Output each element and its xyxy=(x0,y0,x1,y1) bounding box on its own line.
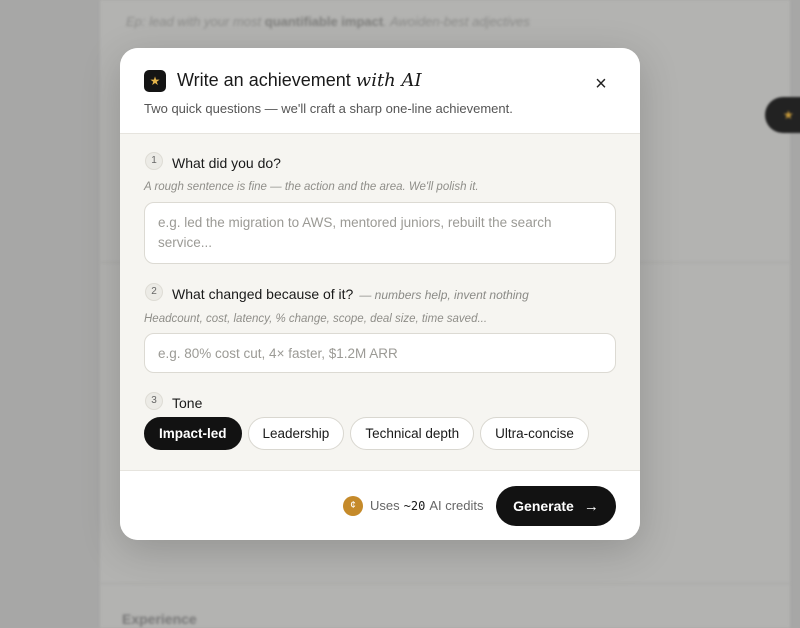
modal-subtitle: Two quick questions — we'll craft a shar… xyxy=(144,101,513,116)
step-number-badge: 3 xyxy=(145,392,163,410)
question-label: What changed because of it? — numbers hel… xyxy=(172,286,529,302)
generate-button[interactable]: Generate → xyxy=(496,486,616,526)
question-label: Tone xyxy=(172,395,203,411)
step-number-badge: 1 xyxy=(145,152,163,170)
tone-options: Impact-led Leadership Technical depth Ul… xyxy=(144,417,589,450)
modal-title: Write an achievement with AI xyxy=(177,70,422,91)
tone-chip-impact-led[interactable]: Impact-led xyxy=(144,417,242,450)
credit-amount: ~20 xyxy=(403,499,426,513)
generate-label: Generate xyxy=(513,498,574,514)
modal-header: ★ Write an achievement with AI Two quick… xyxy=(120,48,640,134)
question-note: — numbers help, invent nothing xyxy=(359,288,529,302)
arrow-right-icon: → xyxy=(583,497,599,515)
close-icon[interactable]: × xyxy=(590,73,612,95)
credit-coin-icon: ¢ xyxy=(343,496,363,516)
star-logo-icon: ★ xyxy=(144,70,166,92)
what-changed-input[interactable] xyxy=(144,333,616,373)
background-hint-text: Ep: lead with your most quantifiable imp… xyxy=(126,14,530,29)
background-ai-button: ★ xyxy=(765,97,800,133)
credit-cost-text: Uses ~20 AI credits xyxy=(370,498,484,513)
modal-title-italic: with AI xyxy=(355,70,422,91)
ai-achievement-modal: ★ Write an achievement with AI Two quick… xyxy=(120,48,640,540)
modal-title-main: Write an achievement xyxy=(177,70,351,90)
tone-chip-technical-depth[interactable]: Technical depth xyxy=(350,417,475,450)
tone-chip-ultra-concise[interactable]: Ultra-concise xyxy=(480,417,589,450)
step-number-badge: 2 xyxy=(145,283,163,301)
star-icon: ★ xyxy=(783,108,794,122)
background-divider xyxy=(100,583,790,584)
question-hint: A rough sentence is fine — the action an… xyxy=(144,181,479,193)
tone-chip-leadership[interactable]: Leadership xyxy=(247,417,345,450)
background-section-heading: Experience xyxy=(122,611,197,627)
question-hint: Headcount, cost, latency, % change, scop… xyxy=(144,313,488,325)
question-label: What did you do? xyxy=(172,155,281,171)
what-did-you-do-input[interactable] xyxy=(144,202,616,264)
modal-footer: ¢ Uses ~20 AI credits Generate → xyxy=(120,470,640,540)
